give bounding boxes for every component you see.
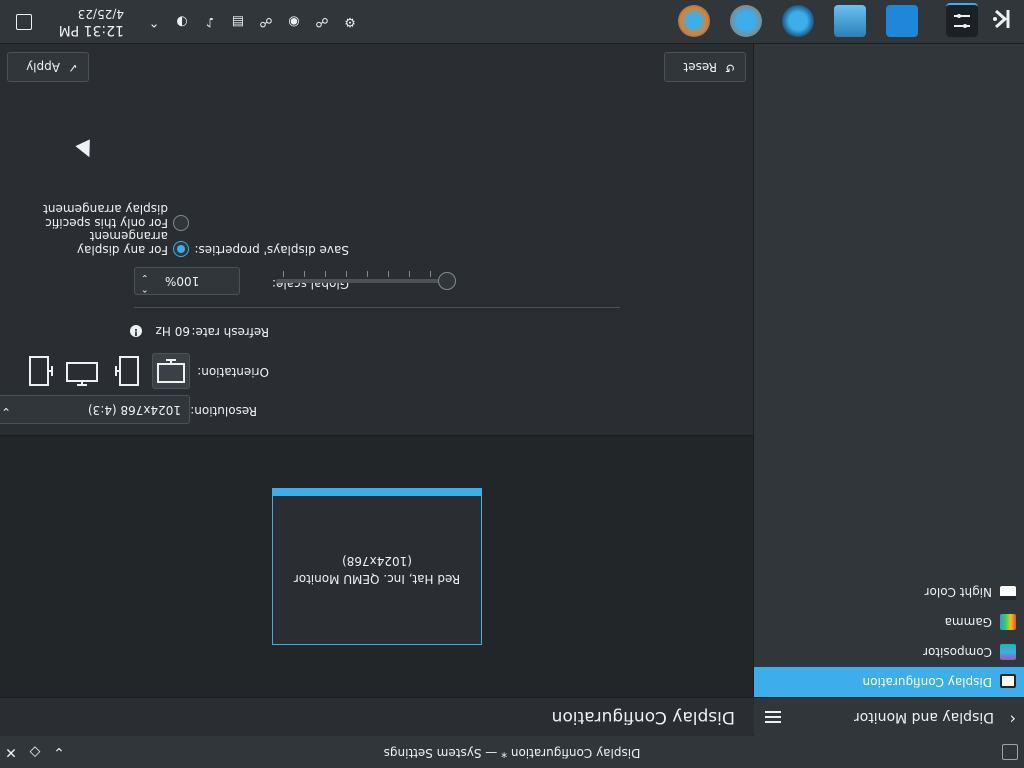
- back-icon[interactable]: ‹: [1002, 710, 1016, 729]
- sidebar-item-label: Compositor: [923, 645, 992, 659]
- clipboard-icon[interactable]: ▤: [230, 13, 246, 29]
- orientation-portrait-left[interactable]: [110, 355, 146, 389]
- radio-any-arrangement[interactable]: [173, 241, 189, 257]
- spin-up-icon[interactable]: ⌃: [141, 283, 149, 293]
- slider-tick: [304, 271, 305, 277]
- orientation-label: Orientation:: [197, 365, 269, 379]
- discover-icon[interactable]: [886, 5, 918, 37]
- updates-icon[interactable]: ⚙: [342, 13, 358, 29]
- clock[interactable]: 12:31 PM 4/25/23: [59, 6, 124, 38]
- scale-value: 100%: [165, 274, 200, 288]
- checkmark-icon: ✓: [67, 61, 78, 75]
- radio-specific-arrangement-label[interactable]: For only this specific display arrangeme…: [0, 202, 168, 230]
- monitor-preview[interactable]: Red Hat, Inc. QEMU Monitor (1024x768): [272, 488, 482, 645]
- warning-icon[interactable]: !: [130, 325, 142, 337]
- sidebar-item-label: Night Color: [924, 585, 992, 599]
- apply-button[interactable]: ✓ Apply: [7, 52, 89, 82]
- sidebar-item-compositor[interactable]: Compositor: [754, 637, 1024, 667]
- settings-icon[interactable]: [782, 5, 814, 37]
- orientation-landscape-flipped[interactable]: [66, 355, 102, 389]
- spin-down-icon[interactable]: ⌄: [141, 272, 149, 282]
- sidebar-item-label: Gamma: [944, 615, 992, 629]
- system-settings-icon[interactable]: [946, 3, 978, 37]
- app-launcher-icon[interactable]: [988, 5, 1016, 33]
- desktop-icon[interactable]: [834, 5, 866, 37]
- resolution-value: 1024x768 (4:3): [87, 403, 181, 417]
- volume-icon[interactable]: ♪: [202, 13, 218, 29]
- sidebar-item-display-configuration[interactable]: Display Configuration: [754, 667, 1024, 697]
- sidebar-item-night-color[interactable]: Night Color: [754, 577, 1024, 607]
- refresh-rate-value: 60 Hz: [155, 324, 190, 338]
- gamma-icon: [1000, 614, 1016, 630]
- night-color-icon: [1000, 586, 1016, 600]
- scale-slider-track[interactable]: [276, 279, 456, 283]
- breadcrumb[interactable]: Display and Monitor: [854, 709, 994, 725]
- monitor-name: Red Hat, Inc. QEMU Monitor (1024x768): [273, 552, 481, 588]
- apply-label: Apply: [26, 60, 60, 74]
- scale-spinbox[interactable]: 100% ⌃ ⌄: [134, 267, 240, 295]
- reset-icon: ↺: [724, 61, 735, 75]
- pin-icon[interactable]: ◇: [25, 742, 45, 762]
- window-title: Display Configuration * — System Setting…: [383, 746, 641, 760]
- scale-slider-handle[interactable]: [438, 272, 456, 290]
- orientation-portrait-right[interactable]: [22, 355, 58, 389]
- slider-tick: [283, 271, 284, 277]
- monitor-primary-bar: [273, 489, 481, 496]
- vault-icon[interactable]: ◉: [286, 13, 302, 29]
- hamburger-menu-icon[interactable]: [765, 711, 781, 723]
- resolution-combobox[interactable]: 1024x768 (4:3) ⌄: [0, 395, 190, 424]
- display-settings: Resolution: 1024x768 (4:3) ⌄ Orientation…: [0, 0, 753, 435]
- sidebar-header: ‹ Display and Monitor: [754, 697, 1024, 736]
- monitor-layout-area[interactable]: Red Hat, Inc. QEMU Monitor (1024x768): [0, 435, 753, 697]
- page-title: Display Configuration: [551, 707, 735, 727]
- slider-tick: [388, 271, 389, 277]
- keyboard-icon[interactable]: ◑: [174, 13, 190, 29]
- display-icon: [1000, 674, 1016, 688]
- sidebar-item-label: Display Configuration: [862, 675, 992, 689]
- chevron-down-icon: ⌄: [1, 405, 12, 419]
- monitor-name-text: Red Hat, Inc. QEMU Monitor: [293, 572, 461, 586]
- clock-date: 4/25/23: [77, 7, 124, 21]
- resolution-label: Resolution:: [190, 404, 257, 418]
- close-icon[interactable]: ✕: [1, 742, 21, 762]
- sidebar-item-gamma[interactable]: Gamma: [754, 607, 1024, 637]
- clock-time: 12:31 PM: [58, 22, 124, 38]
- separator: [134, 307, 620, 308]
- browser-icon[interactable]: [678, 5, 710, 37]
- slider-tick: [367, 271, 368, 277]
- kde-connect-icon[interactable]: ☍: [258, 13, 274, 29]
- file-manager-icon[interactable]: [730, 5, 762, 37]
- slider-tick: [409, 271, 410, 277]
- network-icon[interactable]: ☍: [314, 13, 330, 29]
- sidebar: Display Configuration Compositor Gamma N…: [753, 0, 1024, 697]
- taskbar: ⚙ ☍ ◉ ☍ ▤ ♪ ◑ ⌃ 12:31 PM 4/25/23: [0, 0, 1024, 44]
- slider-tick: [430, 271, 431, 277]
- compositor-icon: [1000, 644, 1016, 660]
- reset-button[interactable]: ↺ Reset: [664, 52, 746, 82]
- title-bar: Display Configuration * — System Setting…: [0, 735, 1024, 768]
- save-properties-label: Save displays' properties:: [194, 243, 349, 257]
- minimize-icon[interactable]: ⌄: [49, 742, 69, 762]
- slider-tick: [346, 271, 347, 277]
- expand-icon[interactable]: ⌃: [146, 13, 162, 29]
- slider-tick: [325, 271, 326, 277]
- main-header: Display Configuration: [0, 697, 753, 736]
- orientation-landscape[interactable]: [152, 353, 190, 389]
- reset-label: Reset: [683, 60, 717, 74]
- radio-specific-arrangement[interactable]: [173, 215, 189, 231]
- monitor-resolution-text: (1024x768): [342, 554, 412, 568]
- show-desktop-icon[interactable]: [16, 14, 32, 30]
- refresh-rate-label: Refresh rate:: [191, 325, 269, 339]
- radio-any-arrangement-label[interactable]: For any display arrangement: [0, 229, 168, 257]
